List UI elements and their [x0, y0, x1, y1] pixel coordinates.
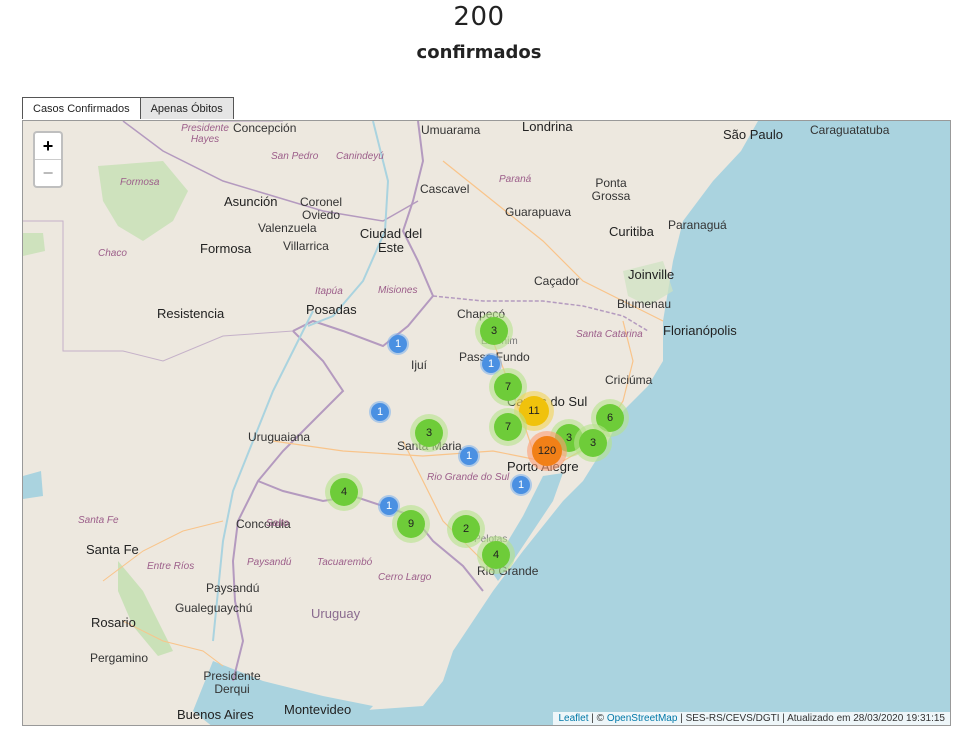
place-label: Blumenau [617, 297, 672, 311]
place-label: Joinville [628, 267, 675, 282]
place-label: Santa Catarina [576, 329, 643, 340]
place-label: Posadas [306, 302, 357, 317]
cluster-count: 1 [512, 476, 530, 494]
attribution-source: | SES-RS/CEVS/DGTI | Atualizado em 28/03… [677, 713, 945, 724]
place-label: Resistencia [157, 306, 225, 321]
place-label: Itapúa [315, 286, 343, 297]
cluster-count: 9 [397, 510, 425, 538]
zoom-control: + − [33, 131, 63, 188]
cluster-count: 1 [389, 335, 407, 353]
case-cluster-marker[interactable]: 3 [475, 312, 513, 350]
cluster-count: 2 [452, 515, 480, 543]
cluster-count: 120 [532, 436, 562, 466]
place-label: Presidente Hayes [181, 123, 229, 145]
place-label: Gualeguaychú [175, 601, 253, 615]
map-tabs: Casos Confirmados Apenas Óbitos [22, 97, 234, 120]
place-label: Presidente Derqui [203, 669, 261, 697]
place-label: Cerro Largo [378, 572, 432, 583]
cluster-count: 4 [482, 541, 510, 569]
cluster-count: 1 [460, 447, 478, 465]
place-label: Pergamino [90, 651, 149, 665]
place-label: Ijuí [411, 358, 428, 372]
place-label: Rosario [91, 615, 136, 630]
place-label: Paysandú [247, 557, 292, 568]
map-container[interactable]: + − Presidente Hayes Concepción San Pedro C… [22, 120, 951, 726]
place-label: Coronel Oviedo [299, 195, 343, 223]
osm-link[interactable]: OpenStreetMap [607, 713, 678, 724]
place-label: Curitiba [609, 224, 654, 239]
cluster-count: 3 [415, 419, 443, 447]
zoom-out-button[interactable]: − [35, 159, 61, 186]
confirmed-count: 200 [453, 2, 505, 32]
place-label: Guarapuava [505, 205, 572, 219]
place-label: Asunción [224, 194, 278, 209]
place-label: Londrina [522, 120, 573, 134]
case-cluster-marker[interactable]: 4 [477, 536, 515, 574]
case-cluster-marker[interactable]: 1 [369, 401, 391, 423]
cluster-count: 7 [494, 373, 522, 401]
place-label: Chaco [98, 248, 127, 259]
place-label: Villarrica [283, 239, 329, 253]
leaflet-link[interactable]: Leaflet [558, 713, 588, 724]
confirmed-label: confirmados [416, 42, 542, 63]
place-label: Paraná [499, 174, 532, 185]
place-label: Canindeyú [336, 151, 384, 162]
place-label: Salto [266, 518, 289, 529]
place-label: Santa Fe [78, 515, 119, 526]
case-cluster-marker[interactable]: 1 [458, 445, 480, 467]
cluster-count: 1 [371, 403, 389, 421]
place-label: Paysandú [206, 581, 260, 595]
place-label: Ciudad del Este [359, 226, 423, 256]
map-basemap [23, 121, 950, 725]
place-label: Santa Fe [86, 542, 139, 557]
place-label: Buenos Aires [177, 707, 254, 722]
place-label: Tacuarembó [317, 557, 373, 568]
case-cluster-marker[interactable]: 3 [410, 414, 448, 452]
place-label: Caçador [534, 274, 580, 288]
place-label: Caraguatatuba [810, 123, 890, 137]
place-label: Entre Ríos [147, 561, 195, 572]
attribution-separator: | © [588, 713, 607, 724]
place-label: São Paulo [723, 127, 783, 142]
place-label: Criciúma [605, 373, 653, 387]
place-label: Umuarama [421, 123, 481, 137]
case-cluster-marker[interactable]: 1 [387, 333, 409, 355]
tab-confirmed-cases[interactable]: Casos Confirmados [22, 97, 141, 119]
case-cluster-marker[interactable]: 3 [574, 424, 612, 462]
case-cluster-marker[interactable]: 120 [527, 431, 567, 471]
place-label: Valenzuela [258, 221, 317, 235]
place-label: Cascavel [420, 182, 470, 196]
case-cluster-marker[interactable]: 7 [489, 408, 527, 446]
place-label: Ponta Grossa [591, 176, 631, 204]
map-attribution: Leaflet | © OpenStreetMap | SES-RS/CEVS/… [553, 712, 950, 725]
place-label: Uruguaiana [248, 430, 311, 444]
place-label: Rio Grande do Sul [427, 472, 510, 483]
cluster-count: 3 [579, 429, 607, 457]
case-cluster-marker[interactable]: 1 [510, 474, 532, 496]
place-label: Misiones [378, 285, 418, 296]
cluster-count: 4 [330, 478, 358, 506]
place-label: San Pedro [271, 151, 319, 162]
case-cluster-marker[interactable]: 2 [447, 510, 485, 548]
cluster-count: 3 [480, 317, 508, 345]
place-label: Formosa [200, 241, 252, 256]
zoom-in-button[interactable]: + [35, 133, 61, 159]
case-cluster-marker[interactable]: 9 [392, 505, 430, 543]
place-label: Formosa [120, 177, 160, 188]
place-label: Uruguay [311, 606, 361, 621]
cluster-count: 7 [494, 413, 522, 441]
tab-deaths-only[interactable]: Apenas Óbitos [140, 97, 234, 119]
place-label: Paranaguá [668, 218, 727, 232]
place-label: Florianópolis [663, 323, 737, 338]
place-label: Concepción [233, 121, 297, 135]
case-cluster-marker[interactable]: 4 [325, 473, 363, 511]
place-label: Montevideo [284, 702, 352, 717]
